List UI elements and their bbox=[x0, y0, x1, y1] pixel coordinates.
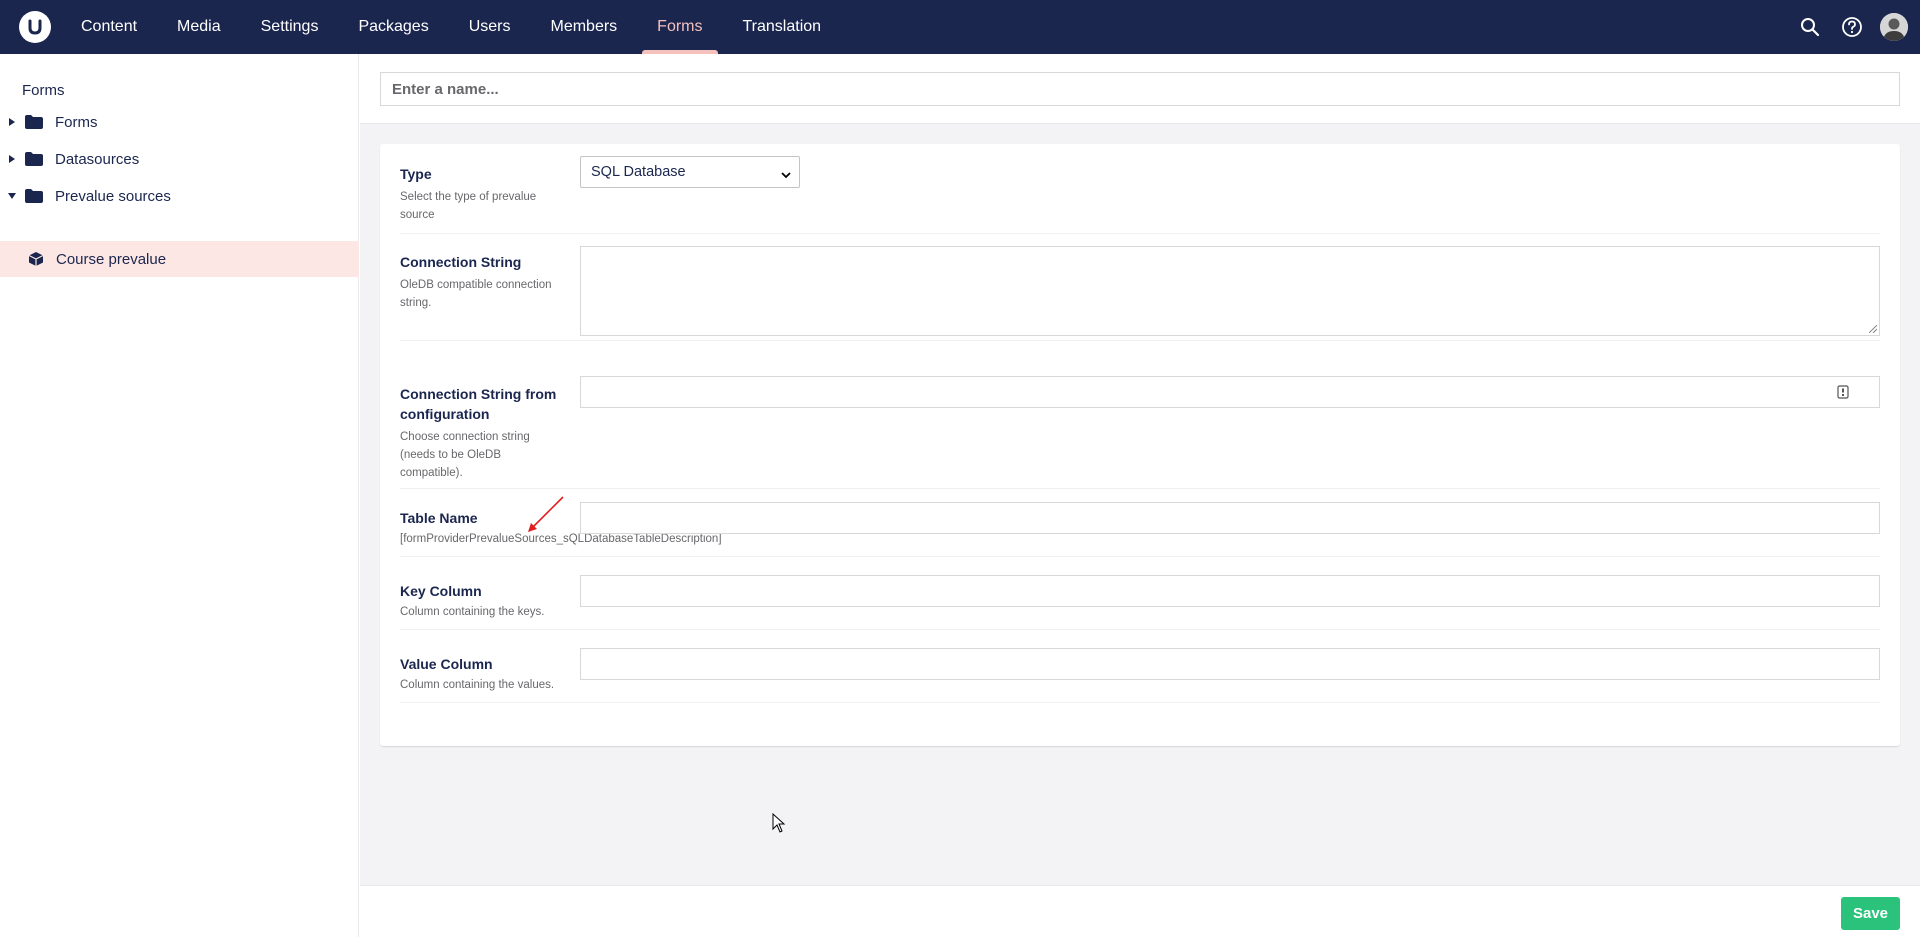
nav-users[interactable]: Users bbox=[449, 0, 531, 54]
top-bar: Content Media Settings Packages Users Me… bbox=[0, 0, 1920, 54]
annotation-arrow-icon bbox=[528, 496, 564, 532]
property-table-name: Table Name [formProviderPrevalueSources_… bbox=[400, 502, 1880, 557]
nav-forms[interactable]: Forms bbox=[637, 0, 722, 54]
sidebar: Forms Forms Datasources Prevalue sources… bbox=[0, 54, 359, 937]
property-connection-string: Connection String OleDB compatible conne… bbox=[400, 246, 1880, 341]
chevron-down-icon bbox=[781, 167, 791, 183]
user-avatar[interactable] bbox=[1880, 13, 1908, 41]
tree-item-prevalue-sources[interactable]: Prevalue sources bbox=[0, 178, 359, 214]
nav-members[interactable]: Members bbox=[530, 0, 637, 54]
value-column-input[interactable] bbox=[580, 648, 1880, 680]
property-description: OleDB compatible connection string. bbox=[400, 279, 552, 309]
top-right-tools bbox=[1796, 0, 1908, 54]
main-navigation: Content Media Settings Packages Users Me… bbox=[61, 0, 841, 54]
sidebar-title: Forms bbox=[22, 82, 65, 99]
caret-down-icon[interactable] bbox=[7, 193, 17, 199]
property-label: Value Column bbox=[400, 656, 493, 672]
property-connection-string-config: Connection String from configuration Cho… bbox=[400, 376, 1880, 489]
property-key-column: Key Column Column containing the keys. bbox=[400, 575, 1880, 630]
caret-right-icon[interactable] bbox=[7, 118, 17, 126]
umbraco-logo-icon bbox=[28, 19, 42, 35]
umbraco-logo[interactable] bbox=[19, 11, 51, 43]
nav-settings[interactable]: Settings bbox=[241, 0, 339, 54]
type-select[interactable]: SQL Database bbox=[580, 156, 800, 188]
connection-string-textarea[interactable] bbox=[580, 246, 1880, 336]
resize-handle-icon[interactable] bbox=[1869, 325, 1877, 333]
tree-item-course-prevalue[interactable]: Course prevalue bbox=[0, 241, 359, 277]
save-button[interactable]: Save bbox=[1841, 897, 1900, 930]
tree-item-label: Course prevalue bbox=[56, 250, 167, 268]
property-label: Connection String from configuration bbox=[400, 386, 557, 422]
tree-item-label: Prevalue sources bbox=[55, 187, 171, 205]
nav-content[interactable]: Content bbox=[61, 0, 157, 54]
nav-media[interactable]: Media bbox=[157, 0, 241, 54]
tree-item-forms[interactable]: Forms bbox=[0, 104, 359, 140]
search-icon[interactable] bbox=[1796, 13, 1824, 41]
type-select-value: SQL Database bbox=[591, 164, 686, 180]
caret-right-icon[interactable] bbox=[7, 155, 17, 163]
help-icon[interactable] bbox=[1838, 13, 1866, 41]
folder-icon bbox=[25, 152, 43, 166]
tree-item-datasources[interactable]: Datasources bbox=[0, 141, 359, 177]
avatar-icon bbox=[1880, 13, 1908, 41]
footer-bar: Save bbox=[360, 885, 1920, 937]
property-type: Type Select the type of prevalue source … bbox=[400, 156, 1880, 234]
table-name-input[interactable] bbox=[580, 502, 1880, 534]
tree-item-label: Forms bbox=[55, 113, 98, 131]
name-input[interactable] bbox=[380, 72, 1900, 106]
properties-panel: Type Select the type of prevalue source … bbox=[380, 144, 1900, 746]
main-editor: Type Select the type of prevalue source … bbox=[360, 54, 1920, 937]
mouse-cursor-icon bbox=[772, 813, 786, 833]
nav-packages[interactable]: Packages bbox=[338, 0, 448, 54]
cube-icon bbox=[0, 251, 44, 267]
connection-string-config-input[interactable] bbox=[580, 376, 1880, 408]
nav-translation[interactable]: Translation bbox=[723, 0, 842, 54]
key-column-input[interactable] bbox=[580, 575, 1880, 607]
folder-icon bbox=[25, 189, 43, 203]
name-bar bbox=[360, 54, 1920, 124]
property-description: Choose connection string (needs to be Ol… bbox=[400, 431, 530, 479]
property-value-column: Value Column Column containing the value… bbox=[400, 648, 1880, 703]
property-label: Type bbox=[400, 166, 432, 182]
tree-item-label: Datasources bbox=[55, 150, 140, 168]
property-label: Key Column bbox=[400, 583, 482, 599]
property-label: Connection String bbox=[400, 254, 522, 270]
folder-icon bbox=[25, 115, 43, 129]
property-description: Select the type of prevalue source bbox=[400, 191, 537, 221]
password-manager-icon[interactable] bbox=[1837, 385, 1849, 404]
